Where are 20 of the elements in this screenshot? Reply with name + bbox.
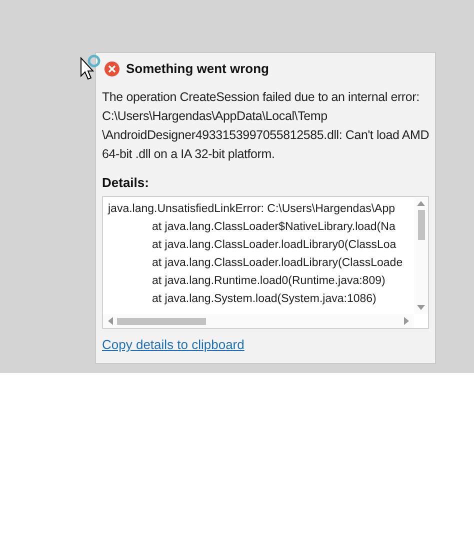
dialog-title: Something went wrong <box>126 60 269 78</box>
details-label: Details: <box>102 174 150 192</box>
stack-trace-line: java.lang.UnsatisfiedLinkError: C:\Users\Hargendas\App <box>108 202 395 217</box>
scroll-thumb[interactable] <box>418 210 424 240</box>
horizontal-scrollbar[interactable] <box>103 314 414 328</box>
copy-details-link[interactable]: Copy details to clipboard <box>102 335 244 354</box>
scroll-right-icon[interactable] <box>404 317 410 325</box>
stack-trace-line: at java.lang.ClassLoader.loadLibrary0(ClassLoa <box>152 238 396 253</box>
error-message: The operation CreateSession failed due to an internal error: C:\Users\Hargendas\AppData\Local\Temp \AndroidDesigner4933153997055812585.dll: Can't load AMD 64-bit .dll on a IA 32-bit platform. <box>102 88 430 163</box>
scroll-thumb[interactable] <box>117 318 206 324</box>
error-icon <box>104 60 120 77</box>
stack-trace-line: at java.lang.ClassLoader$NativeLibrary.load(Na <box>152 220 396 235</box>
scroll-down-icon[interactable] <box>417 305 425 311</box>
scroll-up-icon[interactable] <box>417 200 425 206</box>
stack-trace-line: at java.lang.ClassLoader.loadLibrary(ClassLoade <box>152 256 403 271</box>
scroll-left-icon[interactable] <box>107 317 113 325</box>
cursor-icon <box>79 54 103 80</box>
stack-trace-line: at java.lang.Runtime.load0(Runtime.java:809) <box>152 274 386 289</box>
vertical-scrollbar[interactable] <box>414 197 428 314</box>
stack-trace-line: at java.lang.System.load(System.java:1086) <box>152 292 376 307</box>
